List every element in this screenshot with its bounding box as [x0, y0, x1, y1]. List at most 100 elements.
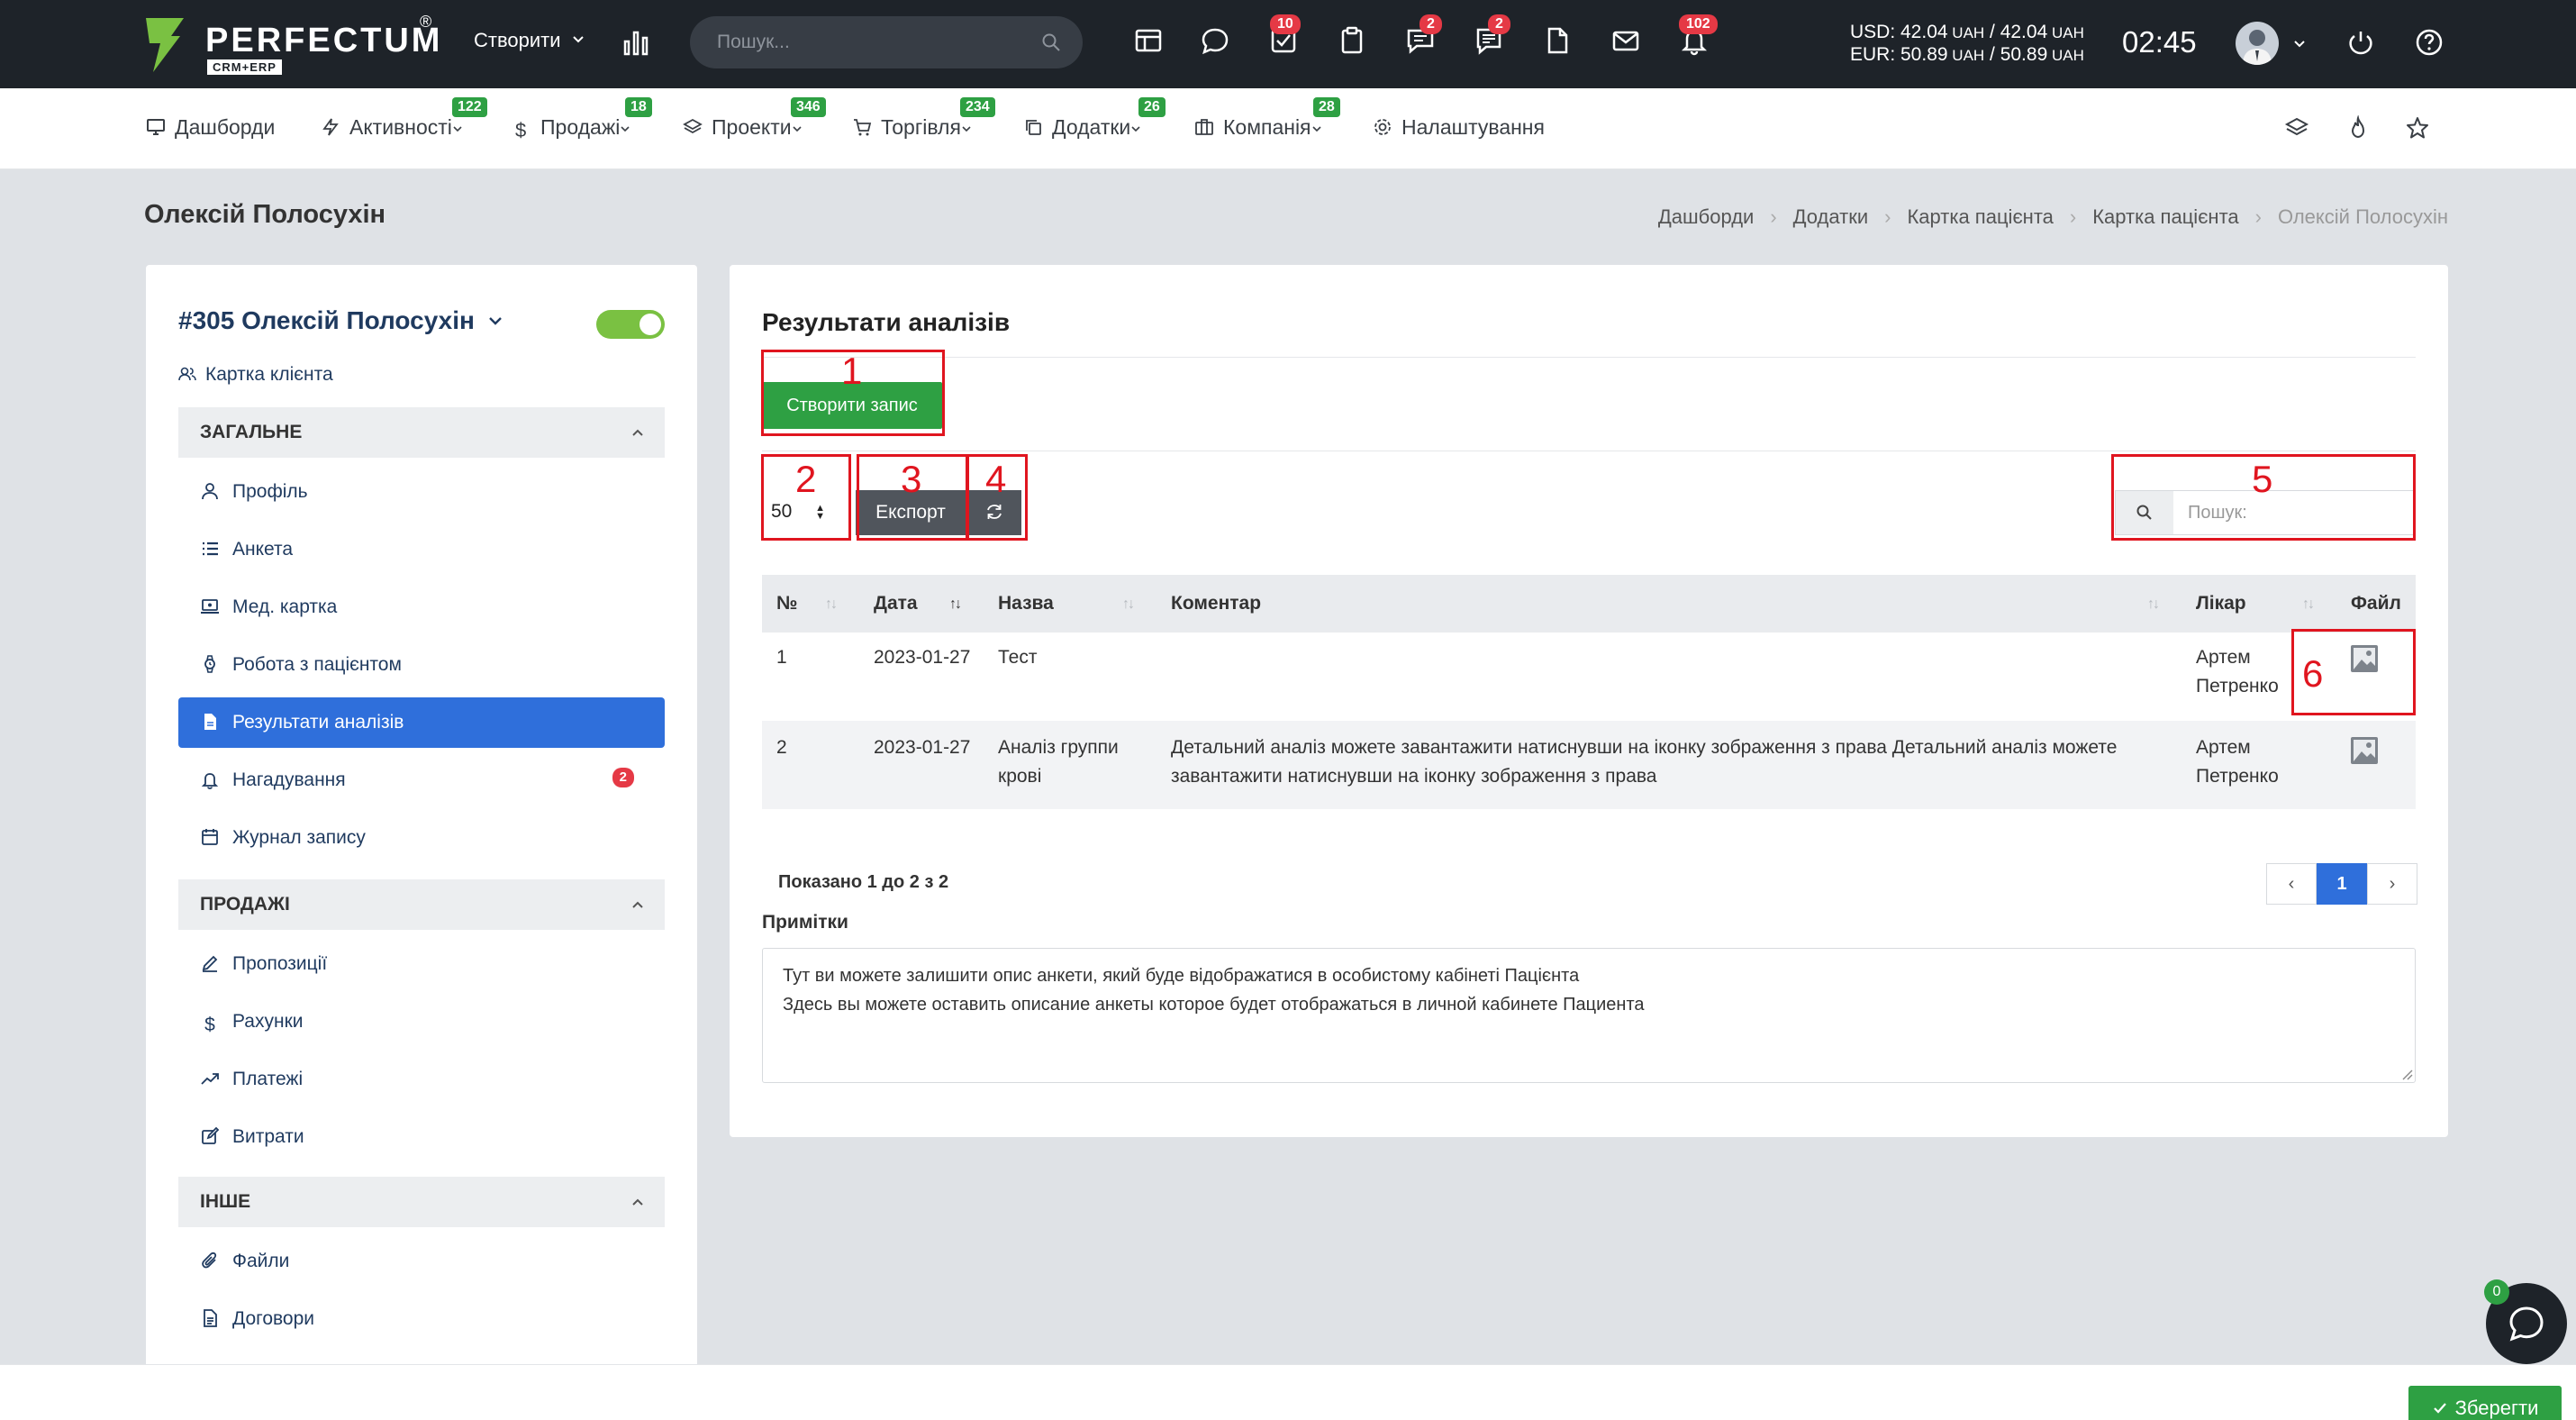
global-search-input[interactable] — [717, 16, 1023, 68]
column-name[interactable]: Назва — [998, 593, 1054, 614]
table-row[interactable]: 1 2023-01-27 Тест Артем Петренко — [762, 633, 2416, 721]
cell-doctor: Артем Петренко — [2196, 647, 2279, 696]
card-title: Результати аналізів — [762, 308, 1011, 336]
nav-projects[interactable]: Проекти 346 — [683, 97, 826, 140]
chevron-up-icon — [632, 901, 643, 908]
list-icon — [203, 542, 218, 556]
sidebar-item-questionnaire[interactable]: Анкета — [178, 524, 665, 575]
bar-chart-icon[interactable] — [621, 27, 652, 58]
sidebar-item-contracts[interactable]: Договори — [178, 1294, 665, 1344]
file-document-icon — [204, 714, 216, 730]
sidebar-item-test-results[interactable]: Результати аналізів — [178, 697, 665, 748]
calendar-table-icon[interactable] — [1133, 25, 1169, 61]
sidebar-item-appointment-log[interactable]: Журнал запису — [178, 813, 665, 863]
create-dropdown[interactable]: Створити — [474, 29, 585, 52]
chat-bubble-icon[interactable] — [1200, 25, 1236, 61]
main-navigation: Дашборди Активності 122 $ Продажі 18 Прое… — [0, 88, 2576, 169]
column-number[interactable]: № — [776, 593, 797, 614]
sidebar-item-payments[interactable]: Платежі — [178, 1054, 665, 1105]
tasks-icon[interactable]: 10 — [1268, 14, 1304, 61]
chat-count-badge: 0 — [2484, 1279, 2509, 1305]
search-icon[interactable] — [1041, 32, 1061, 52]
nav-activities[interactable]: Активності 122 — [321, 97, 487, 140]
bell-icon[interactable]: 102 — [1679, 14, 1718, 61]
document-icon[interactable] — [1542, 25, 1578, 61]
sort-icon[interactable]: ↑↓ — [1122, 596, 1135, 613]
fire-icon[interactable] — [2345, 115, 2371, 141]
breadcrumb-dashboards[interactable]: Дашборди — [1658, 205, 1754, 228]
section-sales[interactable]: ПРОДАЖІ — [178, 879, 665, 930]
chevron-up-icon — [632, 429, 643, 436]
company-badge: 28 — [1313, 97, 1340, 117]
sort-icon[interactable]: ↑↓ — [2302, 596, 2315, 613]
patient-active-toggle[interactable] — [596, 310, 665, 339]
pagination-next[interactable]: › — [2367, 863, 2417, 905]
nav-sales[interactable]: $ Продажі 18 — [515, 97, 652, 141]
patient-selector[interactable]: #305 Олексій Полосухін — [178, 306, 503, 335]
chat-bubble-icon — [2509, 1306, 2544, 1342]
column-comment[interactable]: Коментар — [1171, 593, 1261, 614]
pagination-prev[interactable]: ‹ — [2266, 863, 2317, 905]
page-title: Олексій Полосухін — [144, 200, 386, 229]
logo[interactable]: PERFECTUM ® CRM+ERP — [144, 13, 450, 76]
client-card-link[interactable]: Картка клієнта — [178, 364, 333, 386]
breadcrumb-separator: › — [2254, 205, 2262, 228]
breadcrumb-patient-card[interactable]: Картка пацієнта — [2092, 205, 2238, 228]
sidebar-item-invoices[interactable]: $ Рахунки — [178, 997, 665, 1047]
sidebar-item-proposals[interactable]: Пропозиції — [178, 939, 665, 989]
messages-icon[interactable]: 2 — [1474, 14, 1510, 61]
help-icon[interactable] — [2414, 27, 2444, 58]
sidebar-item-expenses[interactable]: Витрати — [178, 1112, 665, 1162]
layers-icon[interactable] — [2284, 115, 2309, 141]
notes-label: Примітки — [762, 912, 848, 933]
nav-dashboards[interactable]: Дашборди — [146, 115, 275, 140]
sidebar-item-patient-work[interactable]: Робота з пацієнтом — [178, 640, 665, 690]
chat-messages-icon[interactable]: 2 — [1405, 14, 1442, 61]
nav-trade[interactable]: Торгівля 234 — [852, 97, 995, 140]
trending-up-icon — [201, 1073, 219, 1085]
reminders-badge: 2 — [612, 768, 634, 787]
briefcase-icon — [1195, 119, 1213, 135]
logo-registered: ® — [420, 13, 432, 31]
notes-textarea[interactable]: Тут ви можете залишити опис анкети, який… — [762, 948, 2416, 1083]
section-general[interactable]: ЗАГАЛЬНЕ — [178, 407, 665, 458]
clipboard-icon[interactable] — [1337, 25, 1373, 61]
avatar[interactable] — [2236, 22, 2279, 65]
check-icon — [2433, 1403, 2446, 1414]
column-doctor[interactable]: Лікар — [2196, 593, 2246, 614]
chevron-down-icon[interactable] — [2293, 38, 2306, 50]
mail-icon[interactable] — [1610, 25, 1646, 61]
cart-icon — [854, 119, 872, 136]
addons-badge: 26 — [1138, 97, 1166, 117]
notifications-badge: 102 — [1679, 14, 1718, 34]
cell-doctor: Артем Петренко — [2196, 737, 2279, 787]
test-results-card: Результати аналізів Створити запис 50 ▲ ▼… — [730, 265, 2448, 1137]
image-file-icon[interactable] — [2351, 737, 2378, 764]
breadcrumb-addons[interactable]: Додатки — [1793, 205, 1868, 228]
column-date[interactable]: Дата — [874, 593, 918, 614]
power-icon[interactable] — [2345, 27, 2376, 58]
breadcrumb-patient-cards[interactable]: Картка пацієнта — [1907, 205, 2053, 228]
currency-eur: EUR: 50.89 UAH / 50.89 UAH — [1850, 44, 2084, 65]
monitor-icon — [147, 119, 165, 135]
sidebar-item-profile[interactable]: Профіль — [178, 467, 665, 517]
nav-settings[interactable]: Налаштування — [1373, 115, 1545, 140]
section-other[interactable]: ІНШЕ — [178, 1177, 665, 1227]
pagination-page[interactable]: 1 — [2317, 863, 2367, 905]
resize-handle-icon[interactable] — [2400, 1068, 2413, 1080]
global-search[interactable] — [690, 16, 1083, 68]
sort-desc-icon[interactable]: ↑↓ — [949, 596, 962, 613]
nav-addons[interactable]: Додатки 26 — [1023, 97, 1166, 140]
sidebar-item-medical-card[interactable]: Мед. картка — [178, 582, 665, 633]
sort-icon[interactable]: ↑↓ — [825, 596, 838, 613]
sidebar-item-files[interactable]: Файли — [178, 1236, 665, 1287]
table-row[interactable]: 2 2023-01-27 Аналіз группи крові Детальн… — [762, 721, 2416, 809]
star-icon[interactable] — [2405, 115, 2430, 141]
save-button[interactable]: Зберегти — [2408, 1386, 2562, 1420]
cell-date: 2023-01-27 — [874, 737, 971, 758]
nav-company[interactable]: Компанія 28 — [1194, 97, 1340, 140]
top-bar: PERFECTUM ® CRM+ERP Створити 10 2 2 — [0, 0, 2576, 88]
sort-icon[interactable]: ↑↓ — [2147, 596, 2160, 613]
sidebar-item-reminders[interactable]: Нагадування 2 — [178, 755, 665, 806]
chevron-down-icon — [488, 317, 502, 325]
